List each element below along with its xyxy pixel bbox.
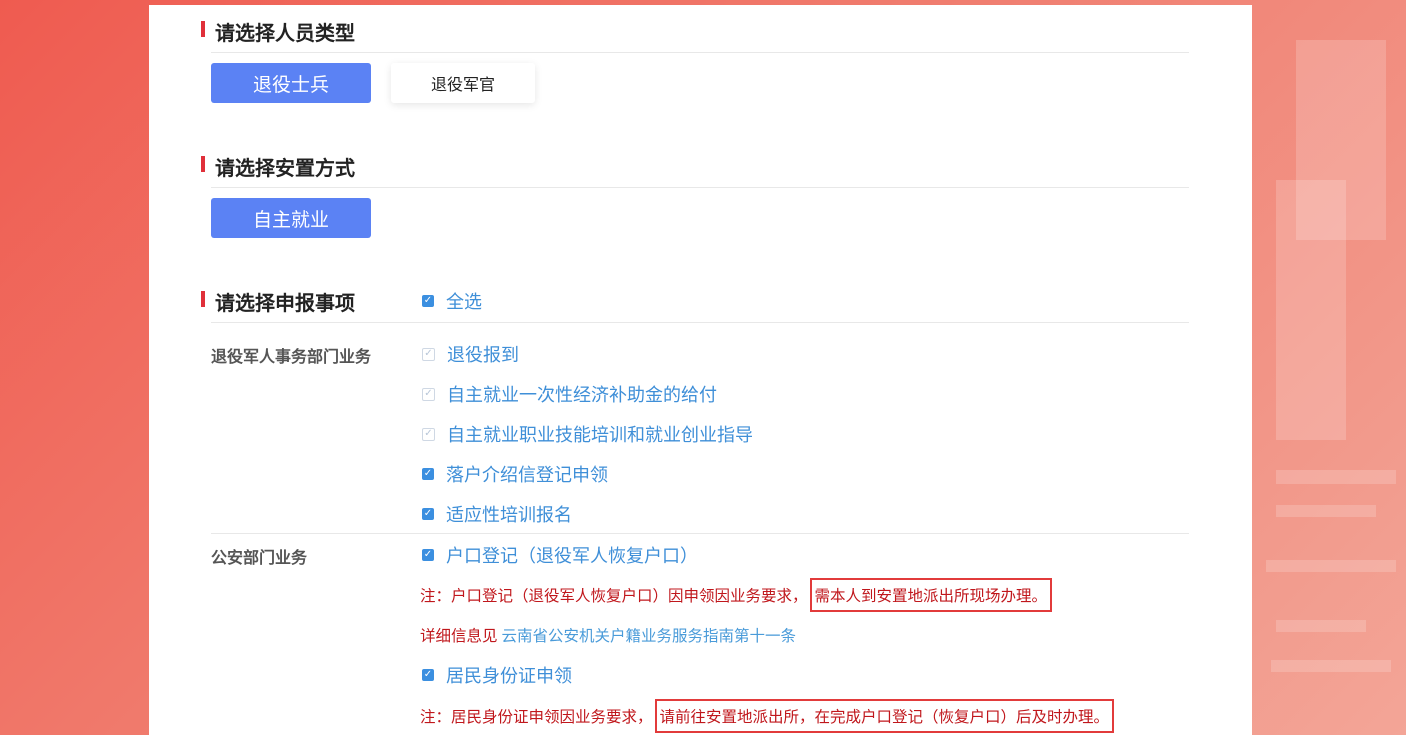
divider [211, 533, 1189, 534]
select-all-label: 全选 [446, 292, 482, 313]
check-icon: ✓ [422, 295, 434, 307]
check-icon: ✓ [422, 387, 435, 401]
item-checkbox-settlement-letter[interactable]: ✓ 落户介绍信登记申领 [422, 461, 608, 487]
item-checkbox-hukou-registration[interactable]: ✓ 户口登记（退役军人恢复户口） [422, 542, 698, 568]
item-checkbox-skills-training: ✓ 自主就业职业技能培训和就业创业指导 [422, 421, 753, 447]
guide-link[interactable]: 云南省公安机关户籍业务服务指南第十一条 [502, 624, 797, 646]
divider [211, 52, 1189, 53]
item-checkbox-adaptive-training[interactable]: ✓ 适应性培训报名 [422, 501, 572, 527]
main-panel: 请选择人员类型 退役士兵 退役军官 请选择安置方式 自主就业 请选择申报事项 ✓… [149, 5, 1252, 735]
check-icon: ✓ [422, 669, 434, 681]
check-icon: ✓ [422, 549, 434, 561]
group-label-public-security: 公安部门业务 [211, 548, 308, 567]
item-label: 自主就业职业技能培训和就业创业指导 [447, 425, 753, 446]
item-label: 户口登记（退役军人恢复户口） [446, 546, 698, 567]
hukou-note: 注：户口登记（退役军人恢复户口）因申领因业务要求， 需本人到安置地派出所现场办理… [420, 578, 1053, 612]
detail-prefix: 详细信息见 [420, 627, 498, 645]
note-text: 注：居民身份证申领因业务要求， [420, 708, 653, 726]
id-card-note: 注：居民身份证申领因业务要求， 请前往安置地派出所，在完成户口登记（恢复户口）后… [420, 699, 1115, 733]
highlighted-note: 请前往安置地派出所，在完成户口登记（恢复户口）后及时办理。 [654, 699, 1115, 733]
item-checkbox-id-card[interactable]: ✓ 居民身份证申领 [422, 662, 572, 688]
section-title-personnel-type: 请选择人员类型 [201, 17, 355, 46]
detail-info-row: 详细信息见 云南省公安机关户籍业务服务指南第十一条 [420, 624, 796, 646]
item-checkbox-subsidy-payment: ✓ 自主就业一次性经济补助金的给付 [422, 381, 717, 407]
highlighted-note: 需本人到安置地派出所现场办理。 [809, 578, 1053, 612]
section-title-placement-method: 请选择安置方式 [201, 152, 355, 181]
check-icon: ✓ [422, 427, 435, 441]
check-icon: ✓ [422, 347, 435, 361]
option-retired-officer-button[interactable]: 退役军官 [391, 63, 535, 103]
check-icon: ✓ [422, 468, 434, 480]
group-label-veterans-affairs: 退役军人事务部门业务 [211, 347, 372, 366]
divider [211, 322, 1189, 323]
item-label: 退役报到 [447, 345, 519, 366]
item-label: 适应性培训报名 [446, 505, 572, 526]
note-text: 注：户口登记（退役军人恢复户口）因申领因业务要求， [420, 587, 808, 605]
option-retired-soldier-button[interactable]: 退役士兵 [211, 63, 371, 103]
option-self-employment-button[interactable]: 自主就业 [211, 198, 371, 238]
item-label: 自主就业一次性经济补助金的给付 [447, 385, 717, 406]
divider [211, 187, 1189, 188]
item-checkbox-retirement-report: ✓ 退役报到 [422, 341, 519, 367]
item-label: 落户介绍信登记申领 [446, 465, 608, 486]
background-decoration-right [1246, 0, 1406, 735]
item-label: 居民身份证申领 [446, 666, 572, 687]
select-all-checkbox[interactable]: ✓ 全选 [422, 288, 482, 314]
section-title-declaration-items: 请选择申报事项 [201, 287, 355, 316]
check-icon: ✓ [422, 508, 434, 520]
